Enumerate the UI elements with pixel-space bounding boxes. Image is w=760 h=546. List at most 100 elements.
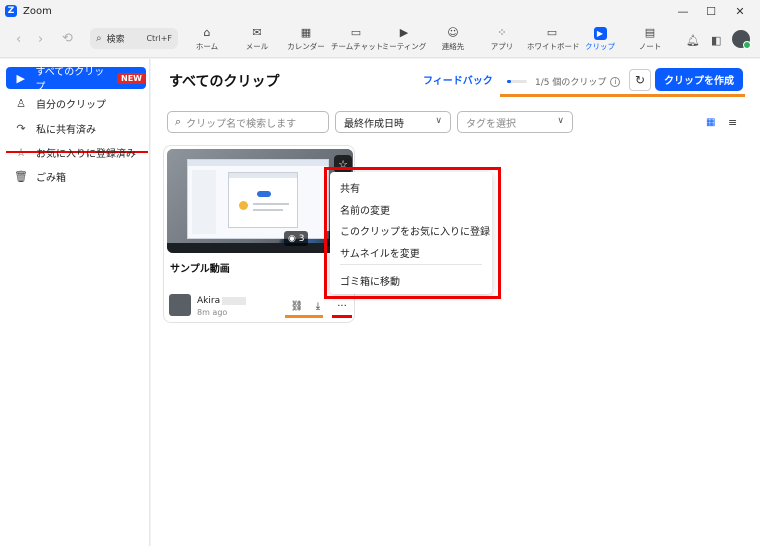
clip-owner: Akira xyxy=(197,296,247,306)
refresh-icon: ↻ xyxy=(634,73,646,87)
avatar xyxy=(169,294,191,316)
sidebar-item-my-clips[interactable]: ♙ 自分のクリップ xyxy=(6,92,146,114)
tab-whiteboard-label: ホワイトボード xyxy=(527,42,580,51)
search-icon: ⌕ xyxy=(96,33,102,44)
top-toolbar: ‹ › ⟲ ⌕ 検索 Ctrl+F ⌂ ホーム ✉ メール ▦ カレンダー ▭ … xyxy=(0,22,760,58)
eye-icon: ◉ xyxy=(288,233,296,244)
sidebar-item-all-clips[interactable]: ▶ すべてのクリップ NEW xyxy=(6,67,146,93)
quota-bar-fill xyxy=(507,80,511,83)
sidebar-item-shared-with-me[interactable]: ↷ 私に共有済み xyxy=(6,117,146,139)
trash-icon: 🗑︎ xyxy=(14,169,28,183)
tab-meetings[interactable]: ▶ ミーティング xyxy=(379,26,429,56)
tab-home[interactable]: ⌂ ホーム xyxy=(182,26,232,56)
video-icon: ▶ xyxy=(399,26,409,39)
create-clip-button[interactable]: クリップを作成 xyxy=(655,68,743,91)
chevron-down-icon: ∨ xyxy=(557,116,564,126)
mail-icon: ✉ xyxy=(252,26,262,39)
copy-link-icon[interactable]: ⛓︎ xyxy=(289,299,305,315)
info-icon[interactable]: i xyxy=(610,76,621,87)
redacted-name xyxy=(222,296,247,305)
forward-icon[interactable]: › xyxy=(38,32,43,47)
tab-contacts-label: 連絡先 xyxy=(441,42,465,51)
main-content: すべてのクリップ フィードバック 1/5 個のクリップ i ↻ クリップを作成 … xyxy=(151,59,760,546)
avatar[interactable] xyxy=(732,30,751,49)
refresh-button[interactable]: ↻ xyxy=(629,69,651,91)
tab-mail[interactable]: ✉ メール xyxy=(232,26,282,56)
close-icon[interactable]: ✕ xyxy=(720,0,760,22)
search-box[interactable]: ⌕ 検索 Ctrl+F xyxy=(90,28,178,49)
sidebar-item-favorites[interactable]: ☆ お気に入りに登録済み xyxy=(6,141,146,163)
home-icon: ⌂ xyxy=(203,26,211,39)
tab-team-chat-label: チームチャット xyxy=(331,42,384,51)
tab-whiteboard[interactable]: ▭ ホワイトボード xyxy=(527,26,580,56)
search-placeholder: クリップ名で検索します xyxy=(186,118,297,130)
sidebar-item-label: 自分のクリップ xyxy=(36,99,106,111)
tab-notes[interactable]: ▤ ノート xyxy=(625,26,675,56)
sidebar: ▶ すべてのクリップ NEW ♙ 自分のクリップ ↷ 私に共有済み ☆ お気に入… xyxy=(0,59,150,546)
highlight-underline xyxy=(332,315,352,318)
quota-bar xyxy=(507,80,527,83)
tab-apps[interactable]: ⁘ アプリ xyxy=(477,26,527,56)
title-bar: Z Zoom xyxy=(0,0,760,22)
tag-select[interactable]: タグを選択 ∨ xyxy=(457,111,573,133)
play-square-icon: ▶ xyxy=(16,71,25,85)
tab-apps-label: アプリ xyxy=(490,42,514,51)
tab-calendar[interactable]: ▦ カレンダー xyxy=(281,26,331,56)
highlight-box xyxy=(324,167,501,299)
tab-home-label: ホーム xyxy=(195,42,219,51)
tab-clips[interactable]: ▶ クリップ xyxy=(575,26,625,56)
download-icon[interactable]: ⤓ xyxy=(310,299,326,315)
sidebar-item-label: 私に共有済み xyxy=(36,124,96,136)
clip-quota: 1/5 個のクリップ i xyxy=(507,75,621,88)
page-title: すべてのクリップ xyxy=(169,74,280,90)
view-count: ◉ 3 xyxy=(284,231,309,246)
tab-notes-label: ノート xyxy=(638,42,662,51)
search-label: 検索 xyxy=(106,35,125,45)
sort-label: 最終作成日時 xyxy=(344,118,404,130)
bell-icon[interactable]: 🔔︎ xyxy=(686,34,700,47)
tab-clips-label: クリップ xyxy=(585,42,615,51)
panel-toggle-icon[interactable]: ◧ xyxy=(711,34,721,47)
view-count-value: 3 xyxy=(298,233,305,244)
search-icon: ⌕ xyxy=(175,115,182,128)
window-title: Zoom xyxy=(23,5,52,17)
thumbnail-window xyxy=(187,159,329,239)
highlight-underline xyxy=(500,94,745,97)
share-icon: ↷ xyxy=(16,121,26,135)
clip-timestamp: 8m ago xyxy=(197,308,228,317)
tab-contacts[interactable]: ☺ 連絡先 xyxy=(428,26,478,56)
zoom-logo-icon: Z xyxy=(5,5,17,17)
tab-calendar-label: カレンダー xyxy=(287,42,325,51)
more-options-icon[interactable]: ··· xyxy=(334,299,350,315)
whiteboard-icon: ▭ xyxy=(546,26,558,39)
grid-view-icon[interactable]: ▦ xyxy=(706,117,715,128)
clip-title[interactable]: サンプル動画 xyxy=(170,260,230,275)
history-icon[interactable]: ⟲ xyxy=(62,31,73,46)
quota-text: 1/5 個のクリップ xyxy=(535,78,607,88)
person-icon: ♙ xyxy=(16,96,26,110)
tag-placeholder: タグを選択 xyxy=(466,118,516,130)
list-view-icon[interactable]: ≡ xyxy=(728,116,737,129)
sidebar-item-label: ごみ箱 xyxy=(36,172,66,184)
sidebar-item-label: すべてのクリップ xyxy=(35,67,105,93)
apps-icon: ⁘ xyxy=(497,26,507,39)
star-icon: ☆ xyxy=(16,145,26,159)
sort-select[interactable]: 最終作成日時 ∨ xyxy=(335,111,451,133)
back-icon[interactable]: ‹ xyxy=(16,32,21,47)
clips-icon: ▶ xyxy=(593,27,607,40)
owner-name: Akira xyxy=(197,296,221,306)
new-badge: NEW xyxy=(117,72,146,84)
notes-icon: ▤ xyxy=(644,26,656,39)
tab-team-chat[interactable]: ▭ チームチャット xyxy=(331,26,384,56)
tab-mail-label: メール xyxy=(245,42,269,51)
calendar-icon: ▦ xyxy=(300,26,312,39)
feedback-link[interactable]: フィードバック xyxy=(423,72,493,87)
contacts-icon: ☺ xyxy=(447,26,459,39)
search-shortcut: Ctrl+F xyxy=(146,34,172,43)
highlight-underline xyxy=(285,315,323,318)
chat-icon: ▭ xyxy=(350,26,362,39)
sidebar-item-label: お気に入りに登録済み xyxy=(36,148,136,160)
sidebar-item-trash[interactable]: 🗑︎ ごみ箱 xyxy=(6,165,146,187)
chevron-down-icon: ∨ xyxy=(435,116,442,126)
clip-search-input[interactable]: ⌕ クリップ名で検索します xyxy=(167,111,329,133)
